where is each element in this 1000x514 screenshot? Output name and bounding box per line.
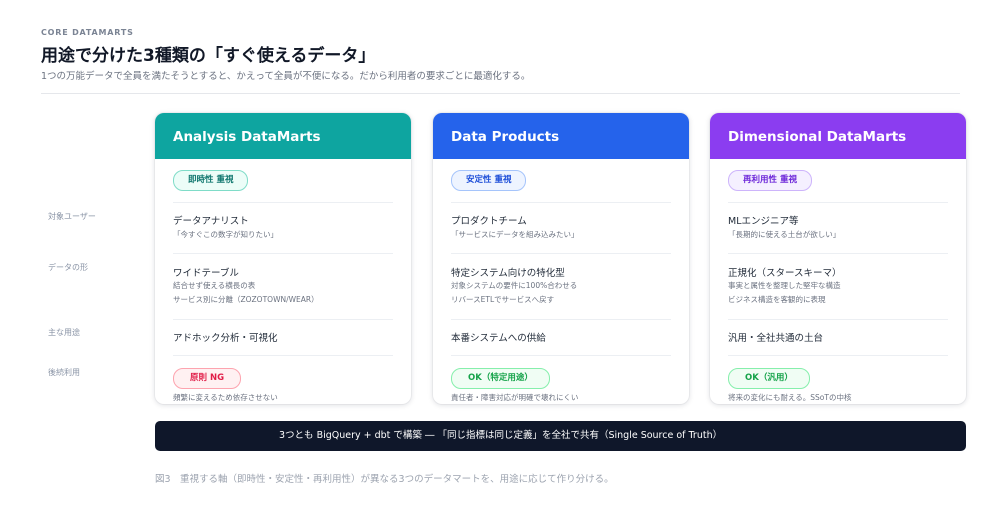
focus-badge: 即時性 重視	[173, 170, 249, 191]
data-shape-detail-2: サービス別に分離（ZOZOTOWN/WEAR）	[173, 295, 319, 304]
row-divider	[728, 355, 948, 356]
target-user-quote: 「今すぐこの数字が知りたい」	[173, 230, 278, 239]
row-label-data-shape: データの形	[48, 263, 88, 272]
data-shape-detail-1: 事実と属性を整理した堅牢な構造	[728, 281, 841, 290]
target-user-value: MLエンジニア等	[728, 216, 799, 227]
row-divider	[451, 253, 671, 254]
status-note: 責任者・障害対応が明確で壊れにくい	[451, 393, 579, 402]
row-divider	[451, 355, 671, 356]
card-analysis-datamarts: Analysis DataMarts 即時性 重視 データアナリスト 「今すぐこ…	[155, 113, 411, 404]
status-badge: 原則 NG	[173, 368, 242, 389]
page-title: 用途で分けた3種類の「すぐ使えるデータ」	[41, 46, 376, 66]
row-label-main-use: 主な用途	[48, 328, 80, 337]
row-divider	[173, 319, 393, 320]
row-divider	[173, 202, 393, 203]
target-user-quote: 「サービスにデータを組み込みたい」	[451, 230, 579, 239]
target-user-value: プロダクトチーム	[451, 216, 527, 227]
main-use-value: 汎用・全社共通の土台	[728, 333, 824, 344]
row-divider	[728, 319, 948, 320]
main-use-value: 本番システムへの供給	[451, 333, 546, 344]
row-divider	[173, 253, 393, 254]
row-divider	[728, 253, 948, 254]
status-badge: OK（汎用）	[728, 368, 810, 389]
ssot-banner: 3つとも BigQuery + dbt で構築 ― 「同じ指標は同じ定義」を全社…	[155, 421, 966, 451]
data-shape-value: 特定システム向けの特化型	[451, 268, 565, 279]
main-use-value: アドホック分析・可視化	[173, 333, 278, 344]
figure-caption: 図3 重視する軸（即時性・安定性・再利用性）が異なる3つのデータマートを、用途に…	[155, 474, 614, 485]
status-note: 頻繁に変えるため依存させない	[173, 393, 278, 402]
card-dimensional-datamarts: Dimensional DataMarts 再利用性 重視 MLエンジニア等 「…	[710, 113, 966, 404]
row-label-target-user: 対象ユーザー	[48, 212, 96, 221]
status-badge: OK（特定用途）	[451, 368, 550, 389]
row-label-downstream: 後続利用	[48, 368, 80, 377]
card-data-products: Data Products 安定性 重視 プロダクトチーム 「サービスにデータを…	[433, 113, 689, 404]
data-shape-detail-1: 結合せず使える横長の表	[173, 281, 256, 290]
row-divider	[451, 202, 671, 203]
data-shape-detail-1: 対象システムの要件に100%合わせる	[451, 281, 578, 290]
card-header: Analysis DataMarts	[155, 113, 411, 159]
row-divider	[451, 319, 671, 320]
data-shape-value: 正規化（スタースキーマ）	[728, 268, 842, 279]
data-shape-value: ワイドテーブル	[173, 268, 239, 279]
card-header: Dimensional DataMarts	[710, 113, 966, 159]
header-divider	[41, 93, 960, 94]
row-divider	[173, 355, 393, 356]
eyebrow-label: CORE DATAMARTS	[41, 28, 134, 37]
data-shape-detail-2: リバースETLでサービスへ戻す	[451, 295, 555, 304]
target-user-value: データアナリスト	[173, 216, 249, 227]
target-user-quote: 「長期的に使える土台が欲しい」	[728, 230, 841, 239]
data-shape-detail-2: ビジネス構造を客観的に表現	[728, 295, 826, 304]
card-header: Data Products	[433, 113, 689, 159]
focus-badge: 再利用性 重視	[728, 170, 812, 191]
page-subtitle: 1つの万能データで全員を満たそうとすると、かえって全員が不便になる。だから利用者…	[41, 71, 531, 82]
row-divider	[728, 202, 948, 203]
status-note: 将来の変化にも耐える。SSoTの中核	[728, 393, 852, 402]
focus-badge: 安定性 重視	[451, 170, 527, 191]
